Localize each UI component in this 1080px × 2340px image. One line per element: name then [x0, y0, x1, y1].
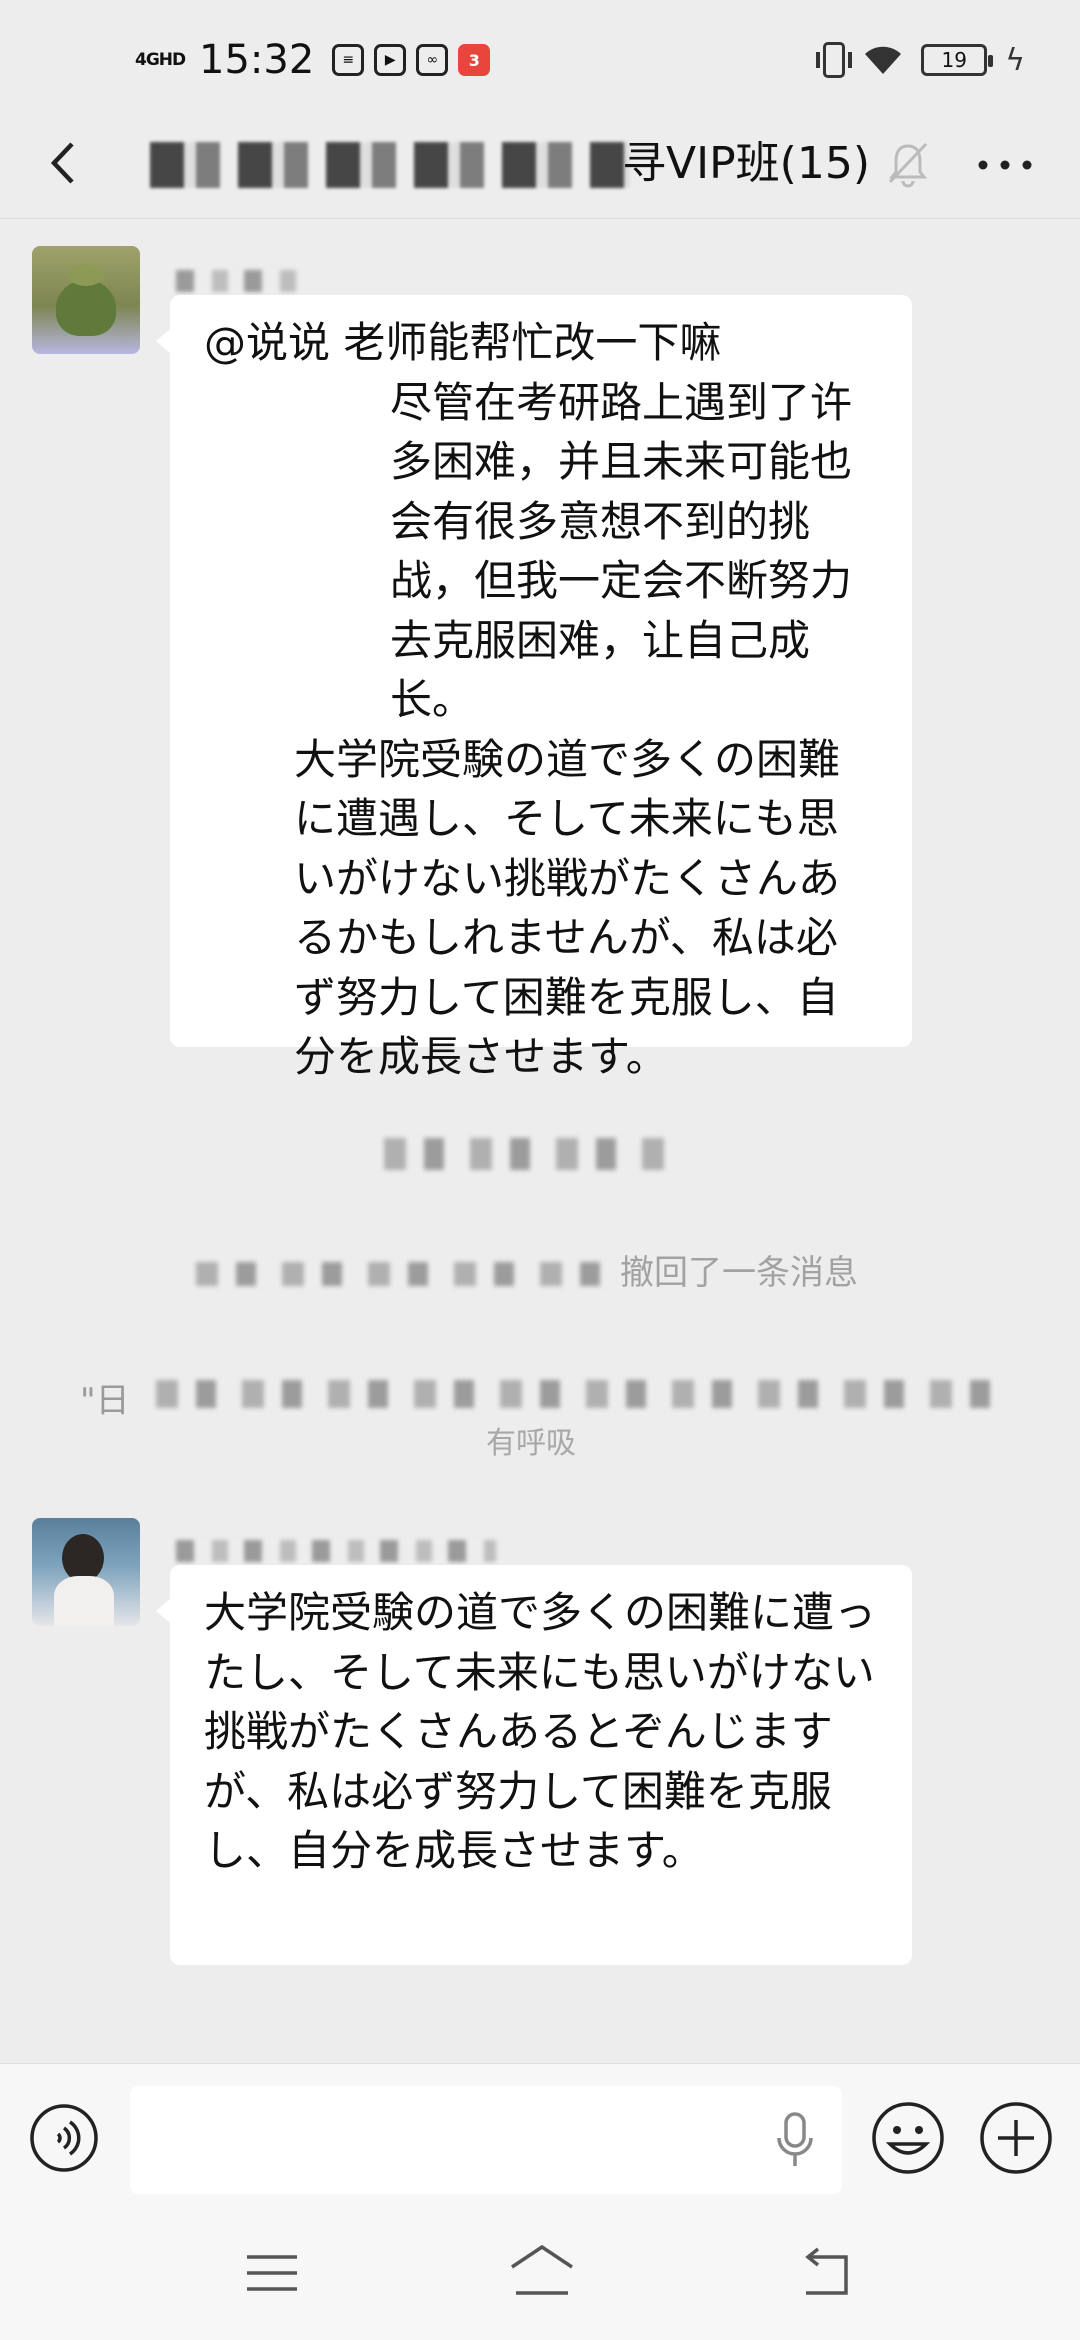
message-input[interactable]: [130, 2086, 842, 2194]
plus-icon[interactable]: [978, 2100, 1054, 2176]
message-japanese-text: 大学院受験の道で多くの困難に遭遇し、そして未来にも思いがけない挑戦がたくさんある…: [294, 734, 841, 1082]
bell-muted-icon: [888, 142, 928, 188]
message-mention-line: @说说 老师能帮忙改一下嘛: [204, 318, 722, 367]
more-dots-icon[interactable]: [975, 150, 1035, 180]
sender-name-blur: [176, 1540, 496, 1562]
video-app-icon: ▶: [374, 44, 407, 76]
status-bar: 4GHD 15:32 ≡ ▶ ∞ 3 19 ϟ: [0, 0, 1080, 120]
chat-header: 寻VIP班(15): [0, 110, 1080, 219]
notification-app-icon: ≡: [332, 44, 365, 76]
quote-tail-text: 有呼吸: [486, 1426, 576, 1461]
wifi-icon: [863, 44, 903, 76]
recall-notice: 撤回了一条消息: [620, 1253, 858, 1293]
charging-icon: ϟ: [1005, 42, 1025, 78]
status-time: 15:32: [199, 37, 315, 83]
network-indicator: 4GHD: [135, 49, 186, 70]
vibrate-icon: [816, 42, 853, 78]
message-bubble[interactable]: @说说 老师能帮忙改一下嘛 尽管在考研路上遇到了许多困难，并且未来可能也会有很多…: [156, 295, 912, 1081]
avatar[interactable]: [32, 1518, 140, 1626]
input-bar: [0, 2063, 1080, 2214]
back-arrow-icon[interactable]: [40, 138, 90, 188]
chat-title: 寻VIP班(15): [622, 138, 870, 189]
voice-toggle-icon[interactable]: [28, 2102, 100, 2174]
system-notice-blur: [384, 1138, 674, 1170]
link-app-icon: ∞: [416, 44, 449, 76]
status-right: 19 ϟ: [816, 30, 1025, 90]
emoji-icon[interactable]: [870, 2100, 946, 2176]
shopping-app-icon: 3: [458, 44, 491, 76]
battery-icon: 19: [921, 44, 994, 76]
microphone-icon[interactable]: [772, 2110, 818, 2172]
quote-blur: [156, 1380, 1012, 1408]
nav-back-icon[interactable]: [796, 2247, 852, 2297]
message-japanese-text: 大学院受験の道で多くの困難に遭ったし、そして未来にも思いがけない挑戦がたくさんあ…: [204, 1588, 877, 1875]
system-nav-bar: [0, 2213, 1080, 2340]
quote-fragment: "日: [80, 1381, 130, 1421]
home-icon[interactable]: [508, 2243, 576, 2297]
menu-icon[interactable]: [245, 2251, 299, 2295]
message-chinese-text: 尽管在考研路上遇到了许多困难，并且未来可能也会有很多意想不到的挑战，但我一定会不…: [390, 377, 853, 725]
recall-name-blur: [196, 1262, 608, 1286]
sender-name-blur: [176, 270, 296, 292]
message-bubble[interactable]: 大学院受験の道で多くの困難に遭ったし、そして未来にも思いがけない挑戦がたくさんあ…: [156, 1565, 912, 1965]
avatar[interactable]: [32, 246, 140, 354]
status-left: 4GHD 15:32 ≡ ▶ ∞ 3: [135, 28, 491, 92]
